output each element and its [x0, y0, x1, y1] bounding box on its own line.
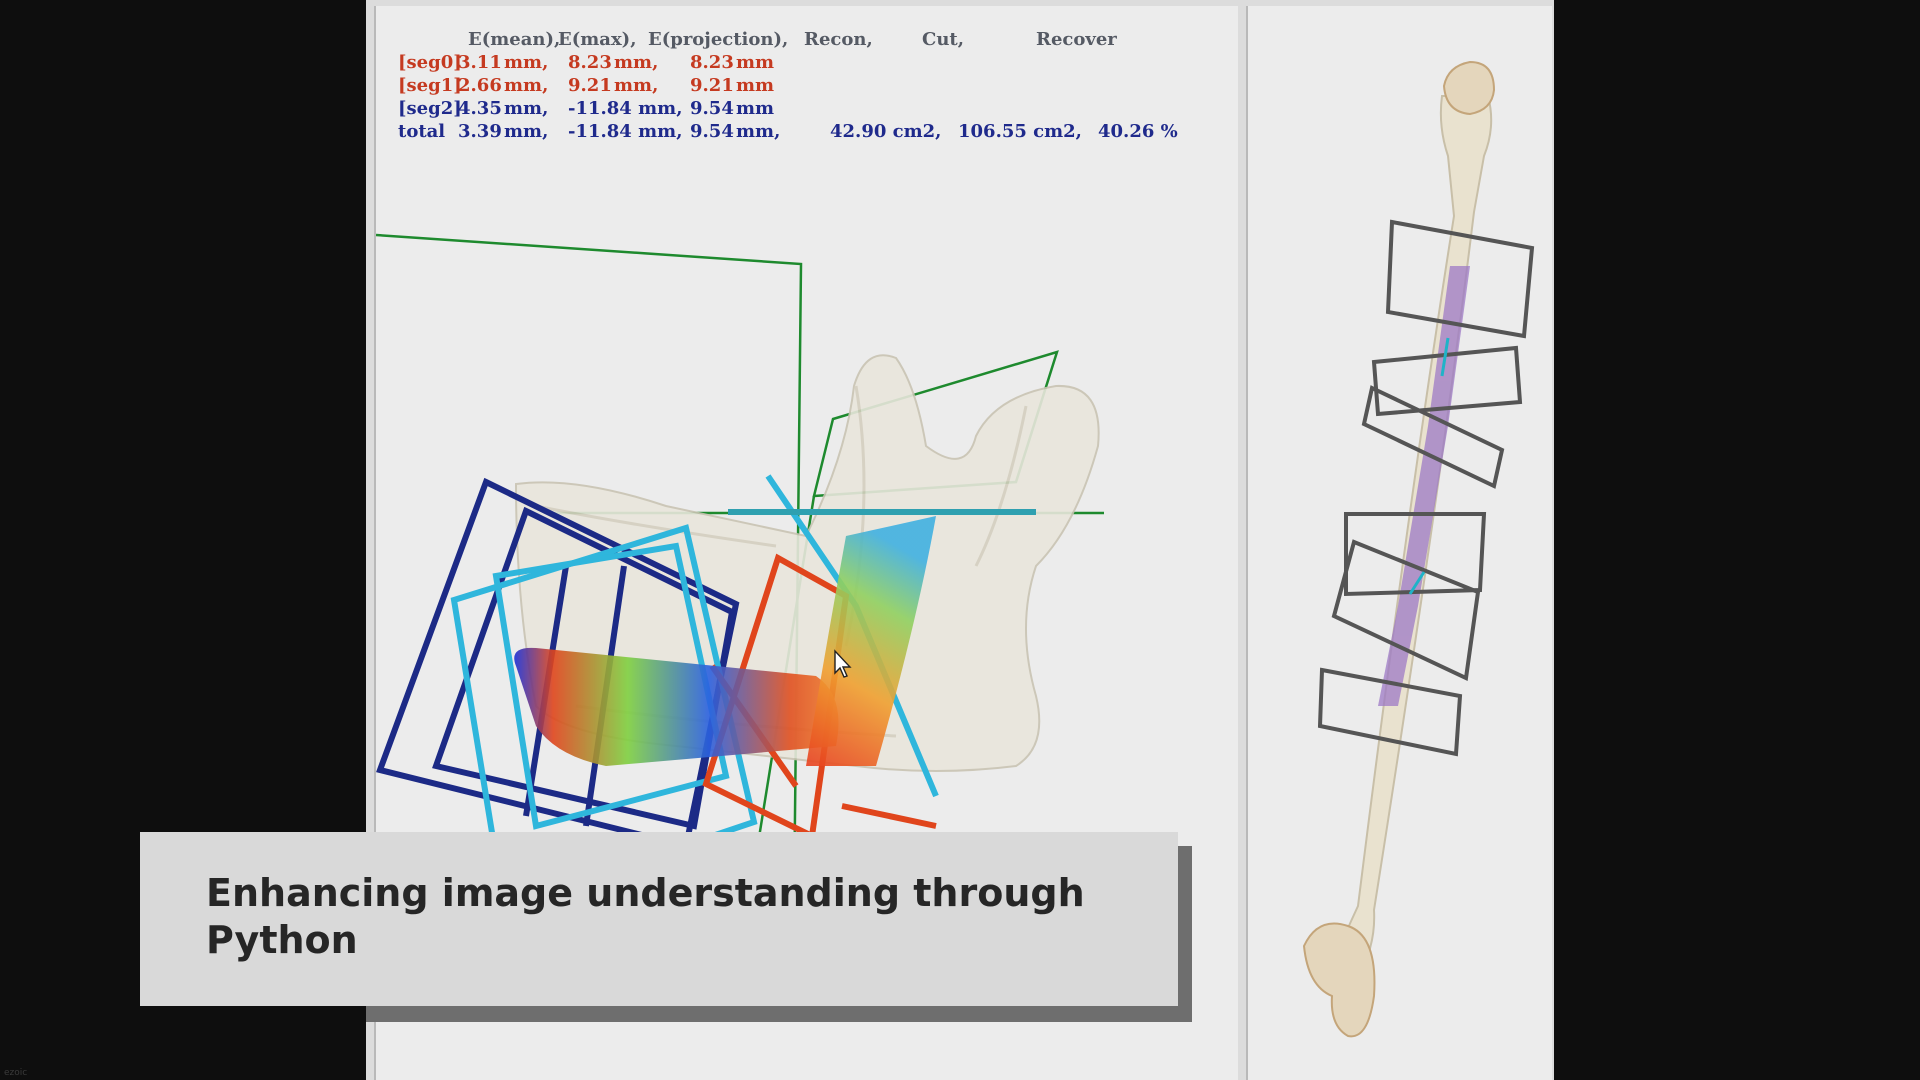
fibula-render: [1302, 60, 1535, 1038]
caption-text: Enhancing image understanding through Py…: [206, 871, 1085, 962]
fibula-bone: [1302, 60, 1496, 1038]
caption-banner: Enhancing image understanding through Py…: [140, 832, 1178, 1006]
watermark: ezoic: [4, 1068, 28, 1078]
graft-purple-region: [1378, 266, 1470, 706]
fibula-3d-view[interactable]: [1246, 6, 1552, 1080]
